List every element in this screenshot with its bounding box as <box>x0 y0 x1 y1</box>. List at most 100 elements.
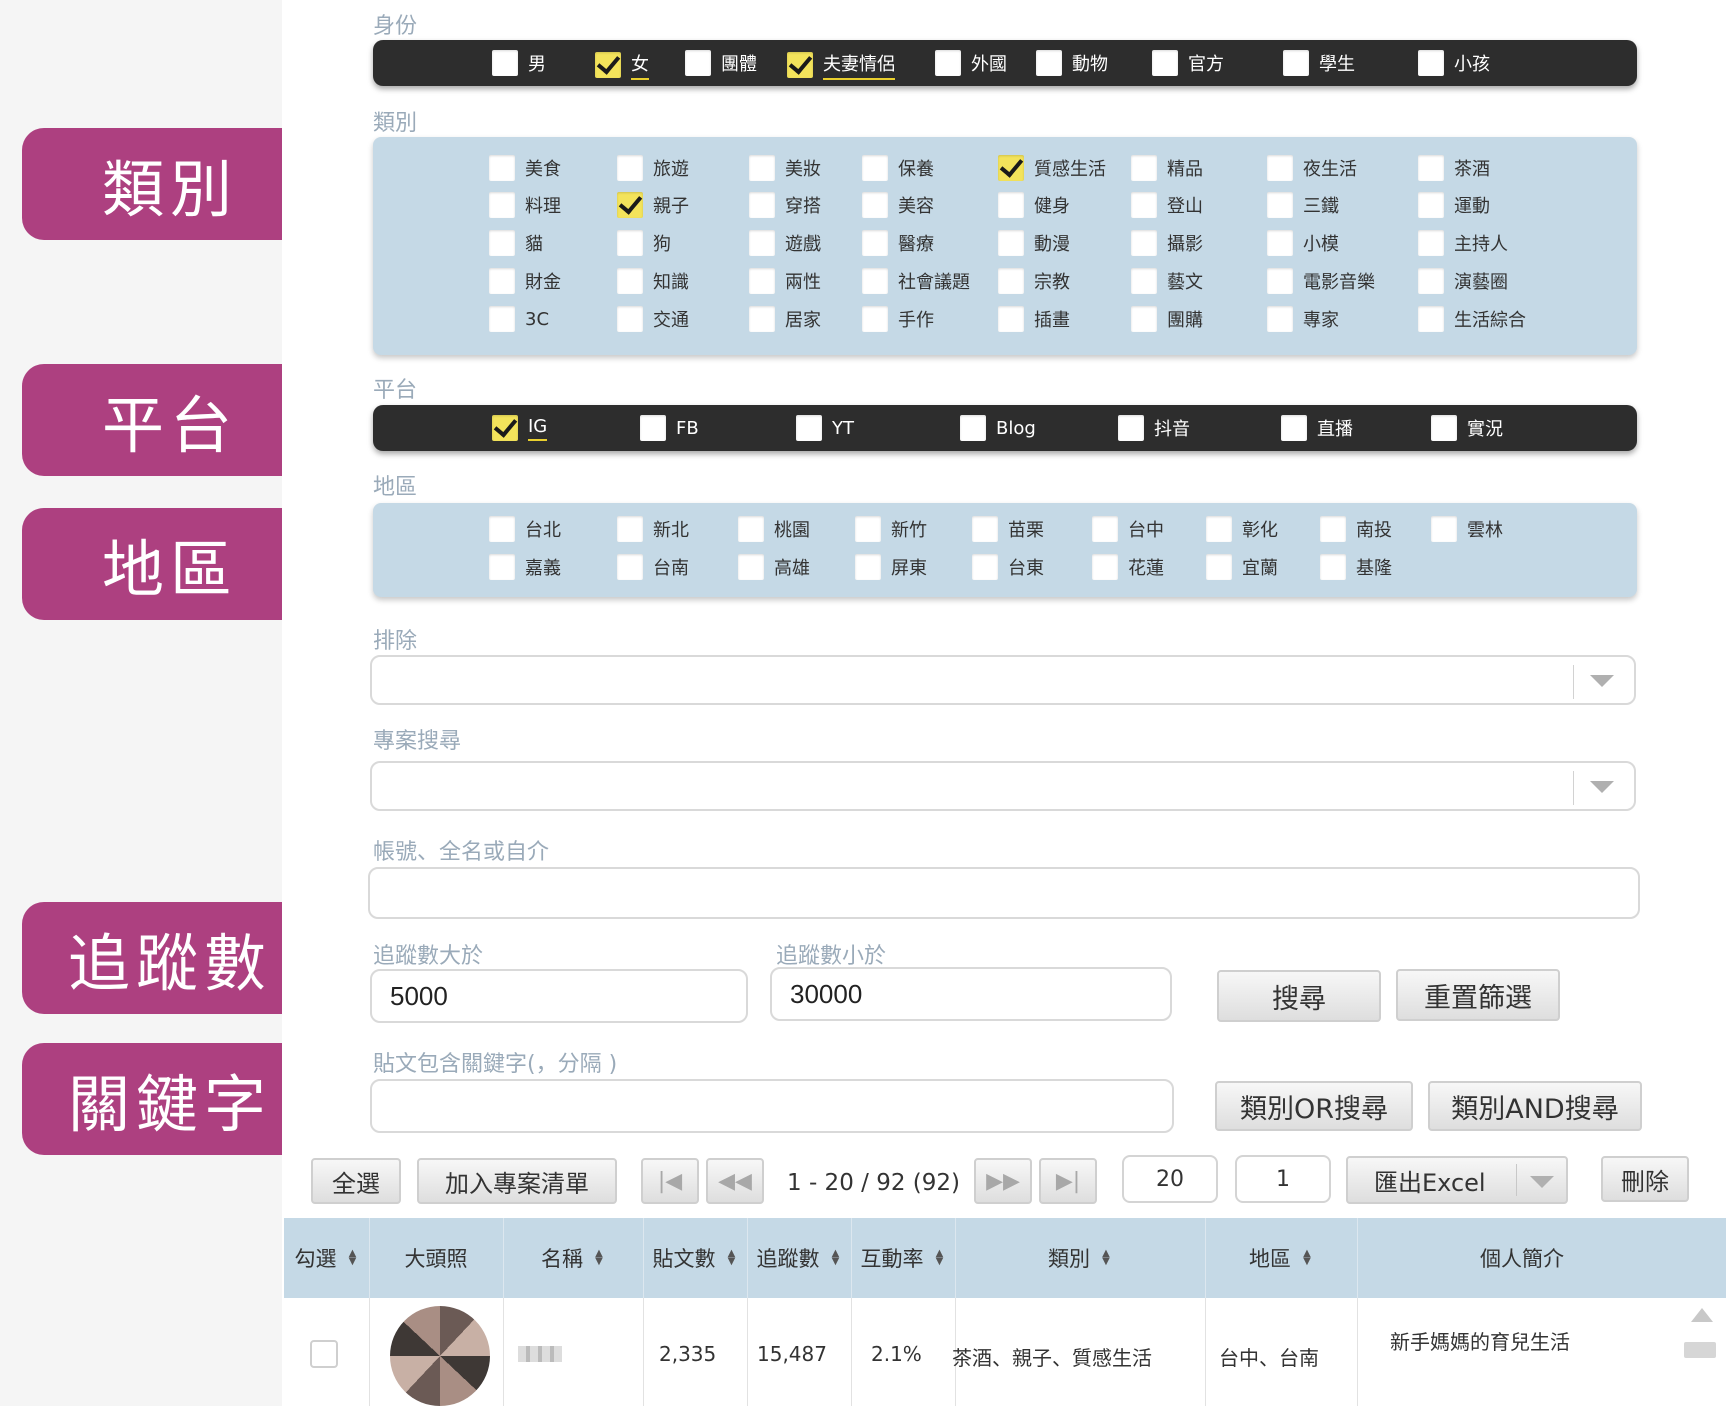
category-option-checkbox[interactable]: 美妝 <box>749 155 821 181</box>
add-to-project-button[interactable]: 加入專案清單 <box>417 1158 617 1204</box>
unchecked-box-icon[interactable] <box>862 192 888 218</box>
region-option-checkbox[interactable]: 雲林 <box>1431 516 1503 542</box>
unchecked-box-icon[interactable] <box>1131 306 1157 332</box>
category-option-checkbox[interactable]: 貓 <box>489 230 543 256</box>
first-page-button[interactable]: |◀ <box>641 1158 699 1204</box>
category-option-checkbox[interactable]: 交通 <box>617 306 689 332</box>
category-option-checkbox[interactable]: 登山 <box>1131 192 1203 218</box>
unchecked-box-icon[interactable] <box>1267 230 1293 256</box>
platform-option-checkbox[interactable]: IG <box>492 415 548 441</box>
next-page-button[interactable]: ▶▶ <box>974 1158 1032 1204</box>
category-option-checkbox[interactable]: 3C <box>489 306 549 332</box>
unchecked-box-icon[interactable] <box>972 554 998 580</box>
category-option-checkbox[interactable]: 插畫 <box>998 306 1070 332</box>
unchecked-box-icon[interactable] <box>685 50 711 76</box>
unchecked-box-icon[interactable] <box>1131 268 1157 294</box>
platform-option-checkbox[interactable]: FB <box>640 415 699 441</box>
chevron-down-icon[interactable] <box>1590 781 1614 793</box>
exclude-select[interactable] <box>370 655 1636 705</box>
identity-option-checkbox[interactable]: 動物 <box>1036 50 1108 76</box>
category-option-checkbox[interactable]: 團購 <box>1131 306 1203 332</box>
category-option-checkbox[interactable]: 遊戲 <box>749 230 821 256</box>
unchecked-box-icon[interactable] <box>1418 230 1444 256</box>
category-option-checkbox[interactable]: 保養 <box>862 155 934 181</box>
platform-option-checkbox[interactable]: YT <box>796 415 854 441</box>
category-option-checkbox[interactable]: 手作 <box>862 306 934 332</box>
unchecked-box-icon[interactable] <box>1267 155 1293 181</box>
category-option-checkbox[interactable]: 親子 <box>617 192 689 218</box>
unchecked-box-icon[interactable] <box>489 192 515 218</box>
keywords-input[interactable] <box>370 1079 1174 1133</box>
region-option-checkbox[interactable]: 宜蘭 <box>1206 554 1278 580</box>
region-option-checkbox[interactable]: 桃園 <box>738 516 810 542</box>
region-option-checkbox[interactable]: 苗栗 <box>972 516 1044 542</box>
category-option-checkbox[interactable]: 料理 <box>489 192 561 218</box>
unchecked-box-icon[interactable] <box>1418 192 1444 218</box>
search-button[interactable]: 搜尋 <box>1217 970 1381 1022</box>
unchecked-box-icon[interactable] <box>617 268 643 294</box>
category-option-checkbox[interactable]: 狗 <box>617 230 671 256</box>
column-header[interactable]: 互動率 ▲ ▼ <box>851 1218 955 1298</box>
unchecked-box-icon[interactable] <box>1152 50 1178 76</box>
sort-icon[interactable]: ▲ ▼ <box>934 1249 946 1267</box>
category-option-checkbox[interactable]: 醫療 <box>862 230 934 256</box>
sort-icon[interactable]: ▲ ▼ <box>726 1249 738 1267</box>
unchecked-box-icon[interactable] <box>998 192 1024 218</box>
unchecked-box-icon[interactable] <box>1036 50 1062 76</box>
platform-option-checkbox[interactable]: Blog <box>960 415 1036 441</box>
delete-button[interactable]: 刪除 <box>1601 1156 1689 1202</box>
scroll-up-icon[interactable] <box>1691 1308 1713 1322</box>
identity-option-checkbox[interactable]: 團體 <box>685 50 757 76</box>
unchecked-box-icon[interactable] <box>935 50 961 76</box>
identity-option-checkbox[interactable]: 官方 <box>1152 50 1224 76</box>
category-option-checkbox[interactable]: 藝文 <box>1131 268 1203 294</box>
unchecked-box-icon[interactable] <box>489 306 515 332</box>
sort-icon[interactable]: ▲ ▼ <box>593 1249 605 1267</box>
region-option-checkbox[interactable]: 屏東 <box>855 554 927 580</box>
unchecked-box-icon[interactable] <box>489 230 515 256</box>
sort-icon[interactable]: ▲ ▼ <box>347 1249 359 1267</box>
identity-option-checkbox[interactable]: 男 <box>492 50 546 76</box>
category-option-checkbox[interactable]: 美容 <box>862 192 934 218</box>
category-option-checkbox[interactable]: 演藝圈 <box>1418 268 1508 294</box>
category-option-checkbox[interactable]: 知識 <box>617 268 689 294</box>
unchecked-box-icon[interactable] <box>1283 50 1309 76</box>
sort-icon[interactable]: ▲ ▼ <box>1301 1249 1313 1267</box>
region-option-checkbox[interactable]: 花蓮 <box>1092 554 1164 580</box>
followers-min-input[interactable]: 5000 <box>370 969 748 1023</box>
category-or-search-button[interactable]: 類別OR搜尋 <box>1215 1081 1413 1131</box>
unchecked-box-icon[interactable] <box>855 516 881 542</box>
unchecked-box-icon[interactable] <box>1267 192 1293 218</box>
identity-option-checkbox[interactable]: 小孩 <box>1418 50 1490 76</box>
region-option-checkbox[interactable]: 嘉義 <box>489 554 561 580</box>
region-option-checkbox[interactable]: 南投 <box>1320 516 1392 542</box>
unchecked-box-icon[interactable] <box>1320 516 1346 542</box>
unchecked-box-icon[interactable] <box>1418 155 1444 181</box>
unchecked-box-icon[interactable] <box>998 268 1024 294</box>
category-option-checkbox[interactable]: 運動 <box>1418 192 1490 218</box>
unchecked-box-icon[interactable] <box>738 516 764 542</box>
unchecked-box-icon[interactable] <box>855 554 881 580</box>
unchecked-box-icon[interactable] <box>617 230 643 256</box>
select-all-button[interactable]: 全選 <box>311 1158 401 1204</box>
region-option-checkbox[interactable]: 台東 <box>972 554 1044 580</box>
unchecked-box-icon[interactable] <box>1418 306 1444 332</box>
sort-icon[interactable]: ▲ ▼ <box>1100 1249 1112 1267</box>
category-option-checkbox[interactable]: 居家 <box>749 306 821 332</box>
account-search-input[interactable] <box>368 867 1640 919</box>
unchecked-box-icon[interactable] <box>998 306 1024 332</box>
followers-max-input[interactable]: 30000 <box>770 967 1172 1021</box>
unchecked-box-icon[interactable] <box>796 415 822 441</box>
unchecked-box-icon[interactable] <box>1118 415 1144 441</box>
last-page-button[interactable]: ▶| <box>1039 1158 1097 1204</box>
prev-page-button[interactable]: ◀◀ <box>706 1158 764 1204</box>
column-header[interactable]: 地區 ▲ ▼ <box>1205 1218 1357 1298</box>
identity-option-checkbox[interactable]: 女 <box>595 50 649 80</box>
unchecked-box-icon[interactable] <box>1131 192 1157 218</box>
region-option-checkbox[interactable]: 台南 <box>617 554 689 580</box>
unchecked-box-icon[interactable] <box>1418 268 1444 294</box>
category-option-checkbox[interactable]: 精品 <box>1131 155 1203 181</box>
unchecked-box-icon[interactable] <box>617 516 643 542</box>
category-option-checkbox[interactable]: 兩性 <box>749 268 821 294</box>
unchecked-box-icon[interactable] <box>749 268 775 294</box>
